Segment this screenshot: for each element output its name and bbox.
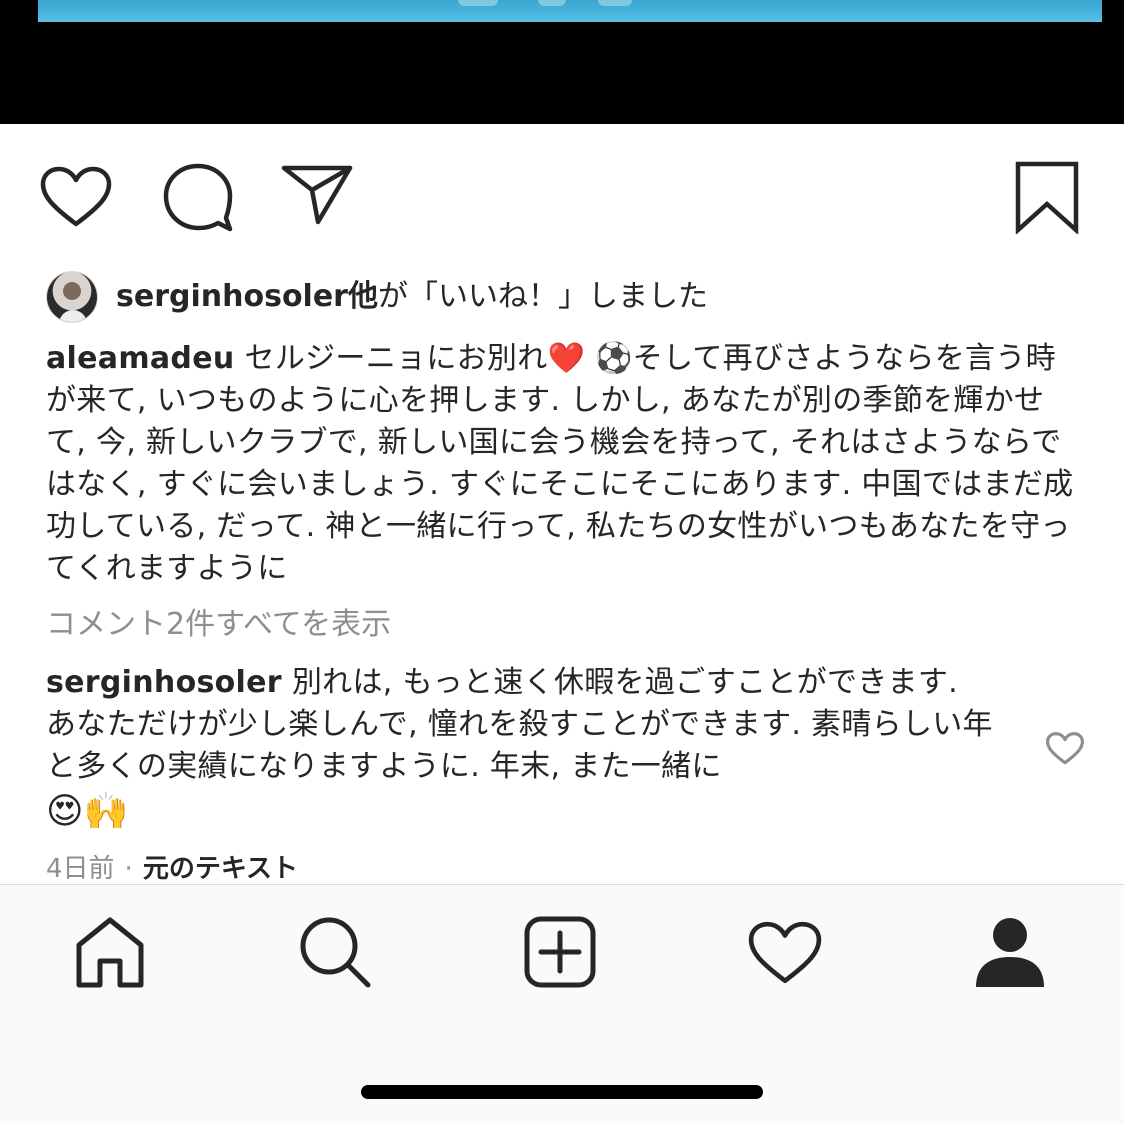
liked-by-suffix: が「いいね！」しました — [377, 279, 708, 314]
post-action-bar — [0, 124, 1124, 264]
photo-detail — [538, 0, 566, 6]
home-icon — [76, 917, 144, 988]
comment-time: 4日前 — [46, 854, 115, 884]
caption-text: セルジーニョにお別れ❤️ ⚽️そして再びさようならを言う時が来て, いつものよう… — [46, 341, 1074, 586]
activity-heart-icon — [748, 921, 822, 984]
tab-search[interactable] — [298, 915, 372, 993]
comment-like-button[interactable] — [1046, 732, 1084, 769]
comment-meta: 4日前 · 元のテキスト — [46, 852, 298, 886]
comment-icon — [163, 163, 233, 232]
like-button[interactable] — [40, 166, 112, 228]
liked-by-row[interactable]: serginhosoler他が「いいね！」しました — [46, 270, 708, 324]
post-media[interactable] — [0, 0, 1124, 124]
post-photo[interactable] — [38, 0, 1102, 22]
liked-by-user[interactable]: serginhosoler他 — [116, 279, 378, 314]
share-button[interactable] — [280, 162, 354, 226]
post-caption: aleamadeu セルジーニョにお別れ❤️ ⚽️そして再びさようならを言う時が来… — [46, 338, 1076, 590]
bottom-tab-bar — [0, 884, 1124, 1124]
tab-activity[interactable] — [748, 921, 822, 989]
meta-separator: · — [124, 854, 133, 884]
bookmark-icon — [1015, 161, 1079, 234]
tab-profile[interactable] — [974, 915, 1046, 993]
profile-icon — [976, 918, 1044, 987]
view-all-comments-link[interactable]: コメント2件すべてを表示 — [46, 604, 391, 646]
add-post-icon — [524, 916, 596, 988]
tab-home[interactable] — [74, 915, 146, 993]
comment-button[interactable] — [162, 162, 234, 232]
photo-detail — [458, 0, 498, 6]
instagram-post-screen: serginhosoler他が「いいね！」しました aleamadeu セルジーニ… — [0, 0, 1124, 1124]
share-icon — [281, 165, 353, 225]
home-indicator — [361, 1085, 763, 1099]
save-button[interactable] — [1014, 160, 1080, 234]
search-icon — [300, 917, 371, 988]
tab-new-post[interactable] — [523, 915, 597, 993]
liked-by-text: serginhosoler他が「いいね！」しました — [116, 279, 708, 315]
comment-username[interactable]: serginhosoler — [46, 665, 282, 700]
photo-detail — [598, 0, 632, 6]
caption-username[interactable]: aleamadeu — [46, 341, 235, 376]
see-original-link[interactable]: 元のテキスト — [143, 854, 298, 884]
heart-icon — [40, 166, 112, 227]
heart-icon — [1046, 732, 1084, 765]
comment-emoji: 😍🙌 — [46, 791, 129, 832]
comment-item: serginhosoler 別れは, もっと速く休暇を過ごすことができます. あな… — [46, 662, 996, 836]
avatar[interactable] — [46, 271, 98, 323]
